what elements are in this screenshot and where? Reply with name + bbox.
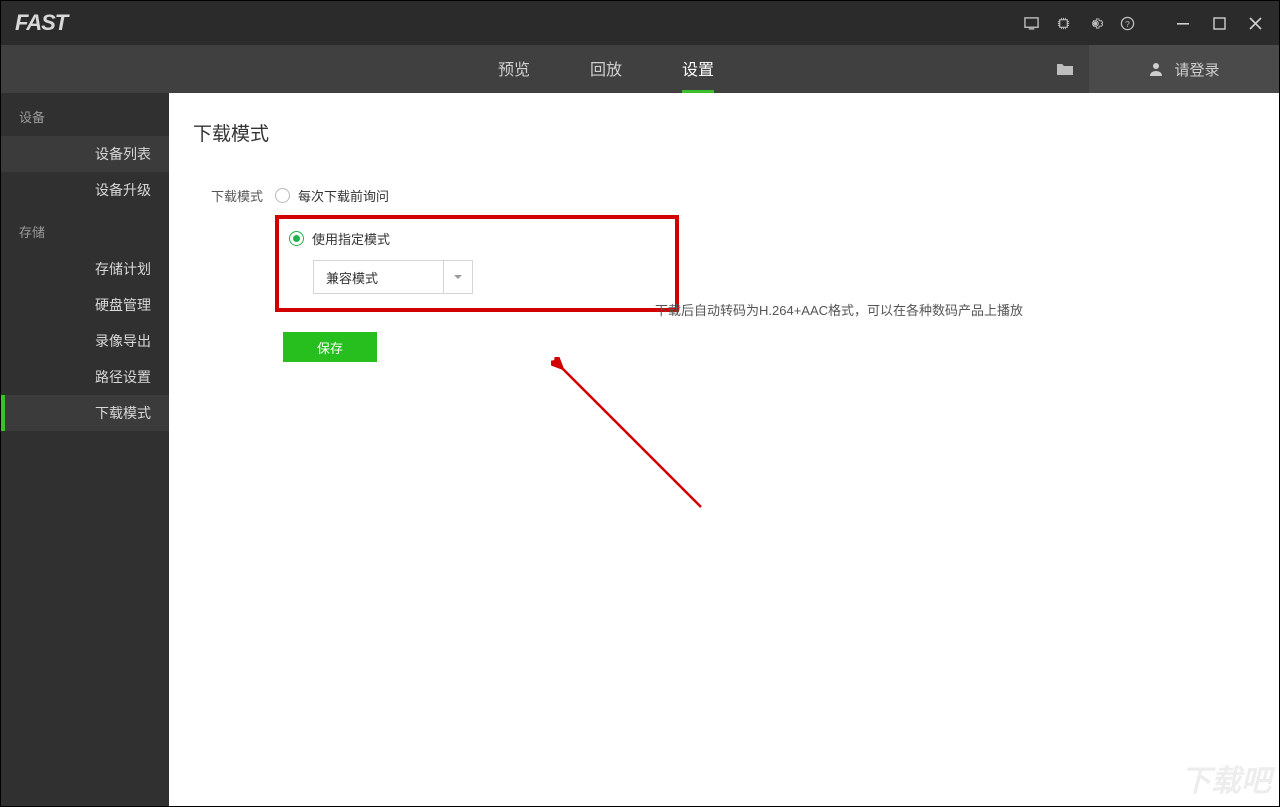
tab-settings[interactable]: 设置 — [682, 45, 714, 93]
close-button[interactable] — [1239, 11, 1271, 35]
login-label: 请登录 — [1174, 59, 1219, 80]
topnav: 预览 回放 设置 请登录 — [1, 45, 1279, 93]
sidebar-item-download-mode[interactable]: 下载模式 — [1, 395, 169, 431]
highlight-annotation: 使用指定模式 兼容模式 — [275, 215, 679, 312]
app-logo: FAST — [15, 10, 67, 36]
screen-icon[interactable] — [1019, 11, 1043, 35]
sidebar-item-disk-mgmt[interactable]: 硬盘管理 — [1, 287, 169, 323]
help-icon[interactable]: ? — [1115, 11, 1139, 35]
minimize-button[interactable] — [1167, 11, 1199, 35]
sidebar-item-storage-plan[interactable]: 存储计划 — [1, 251, 169, 287]
folder-icon[interactable] — [1041, 45, 1089, 93]
tab-playback[interactable]: 回放 — [590, 45, 622, 93]
radio-ask-each-time[interactable] — [275, 188, 290, 203]
content-area: 下载模式 下载模式 每次下载前询问 使用指定模式 兼容模式 下载后自动转 — [169, 93, 1279, 806]
maximize-button[interactable] — [1203, 11, 1235, 35]
save-button[interactable]: 保存 — [283, 332, 377, 362]
user-icon — [1148, 61, 1164, 77]
arrow-annotation — [551, 357, 721, 527]
mode-select-toggle[interactable] — [443, 260, 473, 294]
login-button[interactable]: 请登录 — [1089, 45, 1279, 93]
radio-ask-label: 每次下载前询问 — [298, 186, 389, 205]
mode-select[interactable]: 兼容模式 — [313, 260, 665, 294]
chevron-down-icon — [453, 272, 463, 282]
app-body: 设备 设备列表 设备升级 存储 存储计划 硬盘管理 录像导出 路径设置 下载模式… — [1, 93, 1279, 806]
radio-specified-label: 使用指定模式 — [312, 229, 390, 248]
sidebar-group-device: 设备 — [1, 93, 169, 136]
chip-icon[interactable] — [1051, 11, 1075, 35]
app-window: FAST ? 预览 回放 设置 — [0, 0, 1280, 807]
titlebar: FAST ? — [1, 1, 1279, 45]
form-label-download-mode: 下载模式 — [193, 186, 263, 205]
sidebar-item-device-upgrade[interactable]: 设备升级 — [1, 172, 169, 208]
sidebar-group-storage: 存储 — [1, 208, 169, 251]
sidebar: 设备 设备列表 设备升级 存储 存储计划 硬盘管理 录像导出 路径设置 下载模式 — [1, 93, 169, 806]
watermark-text: 下载吧 — [1181, 756, 1271, 800]
gear-icon[interactable] — [1083, 11, 1107, 35]
sidebar-item-path-settings[interactable]: 路径设置 — [1, 359, 169, 395]
sidebar-item-device-list[interactable]: 设备列表 — [1, 136, 169, 172]
sidebar-item-record-export[interactable]: 录像导出 — [1, 323, 169, 359]
mode-select-value: 兼容模式 — [313, 260, 443, 294]
tab-preview[interactable]: 预览 — [498, 45, 530, 93]
page-title: 下载模式 — [193, 119, 1255, 146]
svg-text:?: ? — [1125, 18, 1130, 28]
mode-description: 下载后自动转码为H.264+AAC格式，可以在各种数码产品上播放 — [655, 300, 1023, 319]
radio-use-specified[interactable] — [289, 231, 304, 246]
